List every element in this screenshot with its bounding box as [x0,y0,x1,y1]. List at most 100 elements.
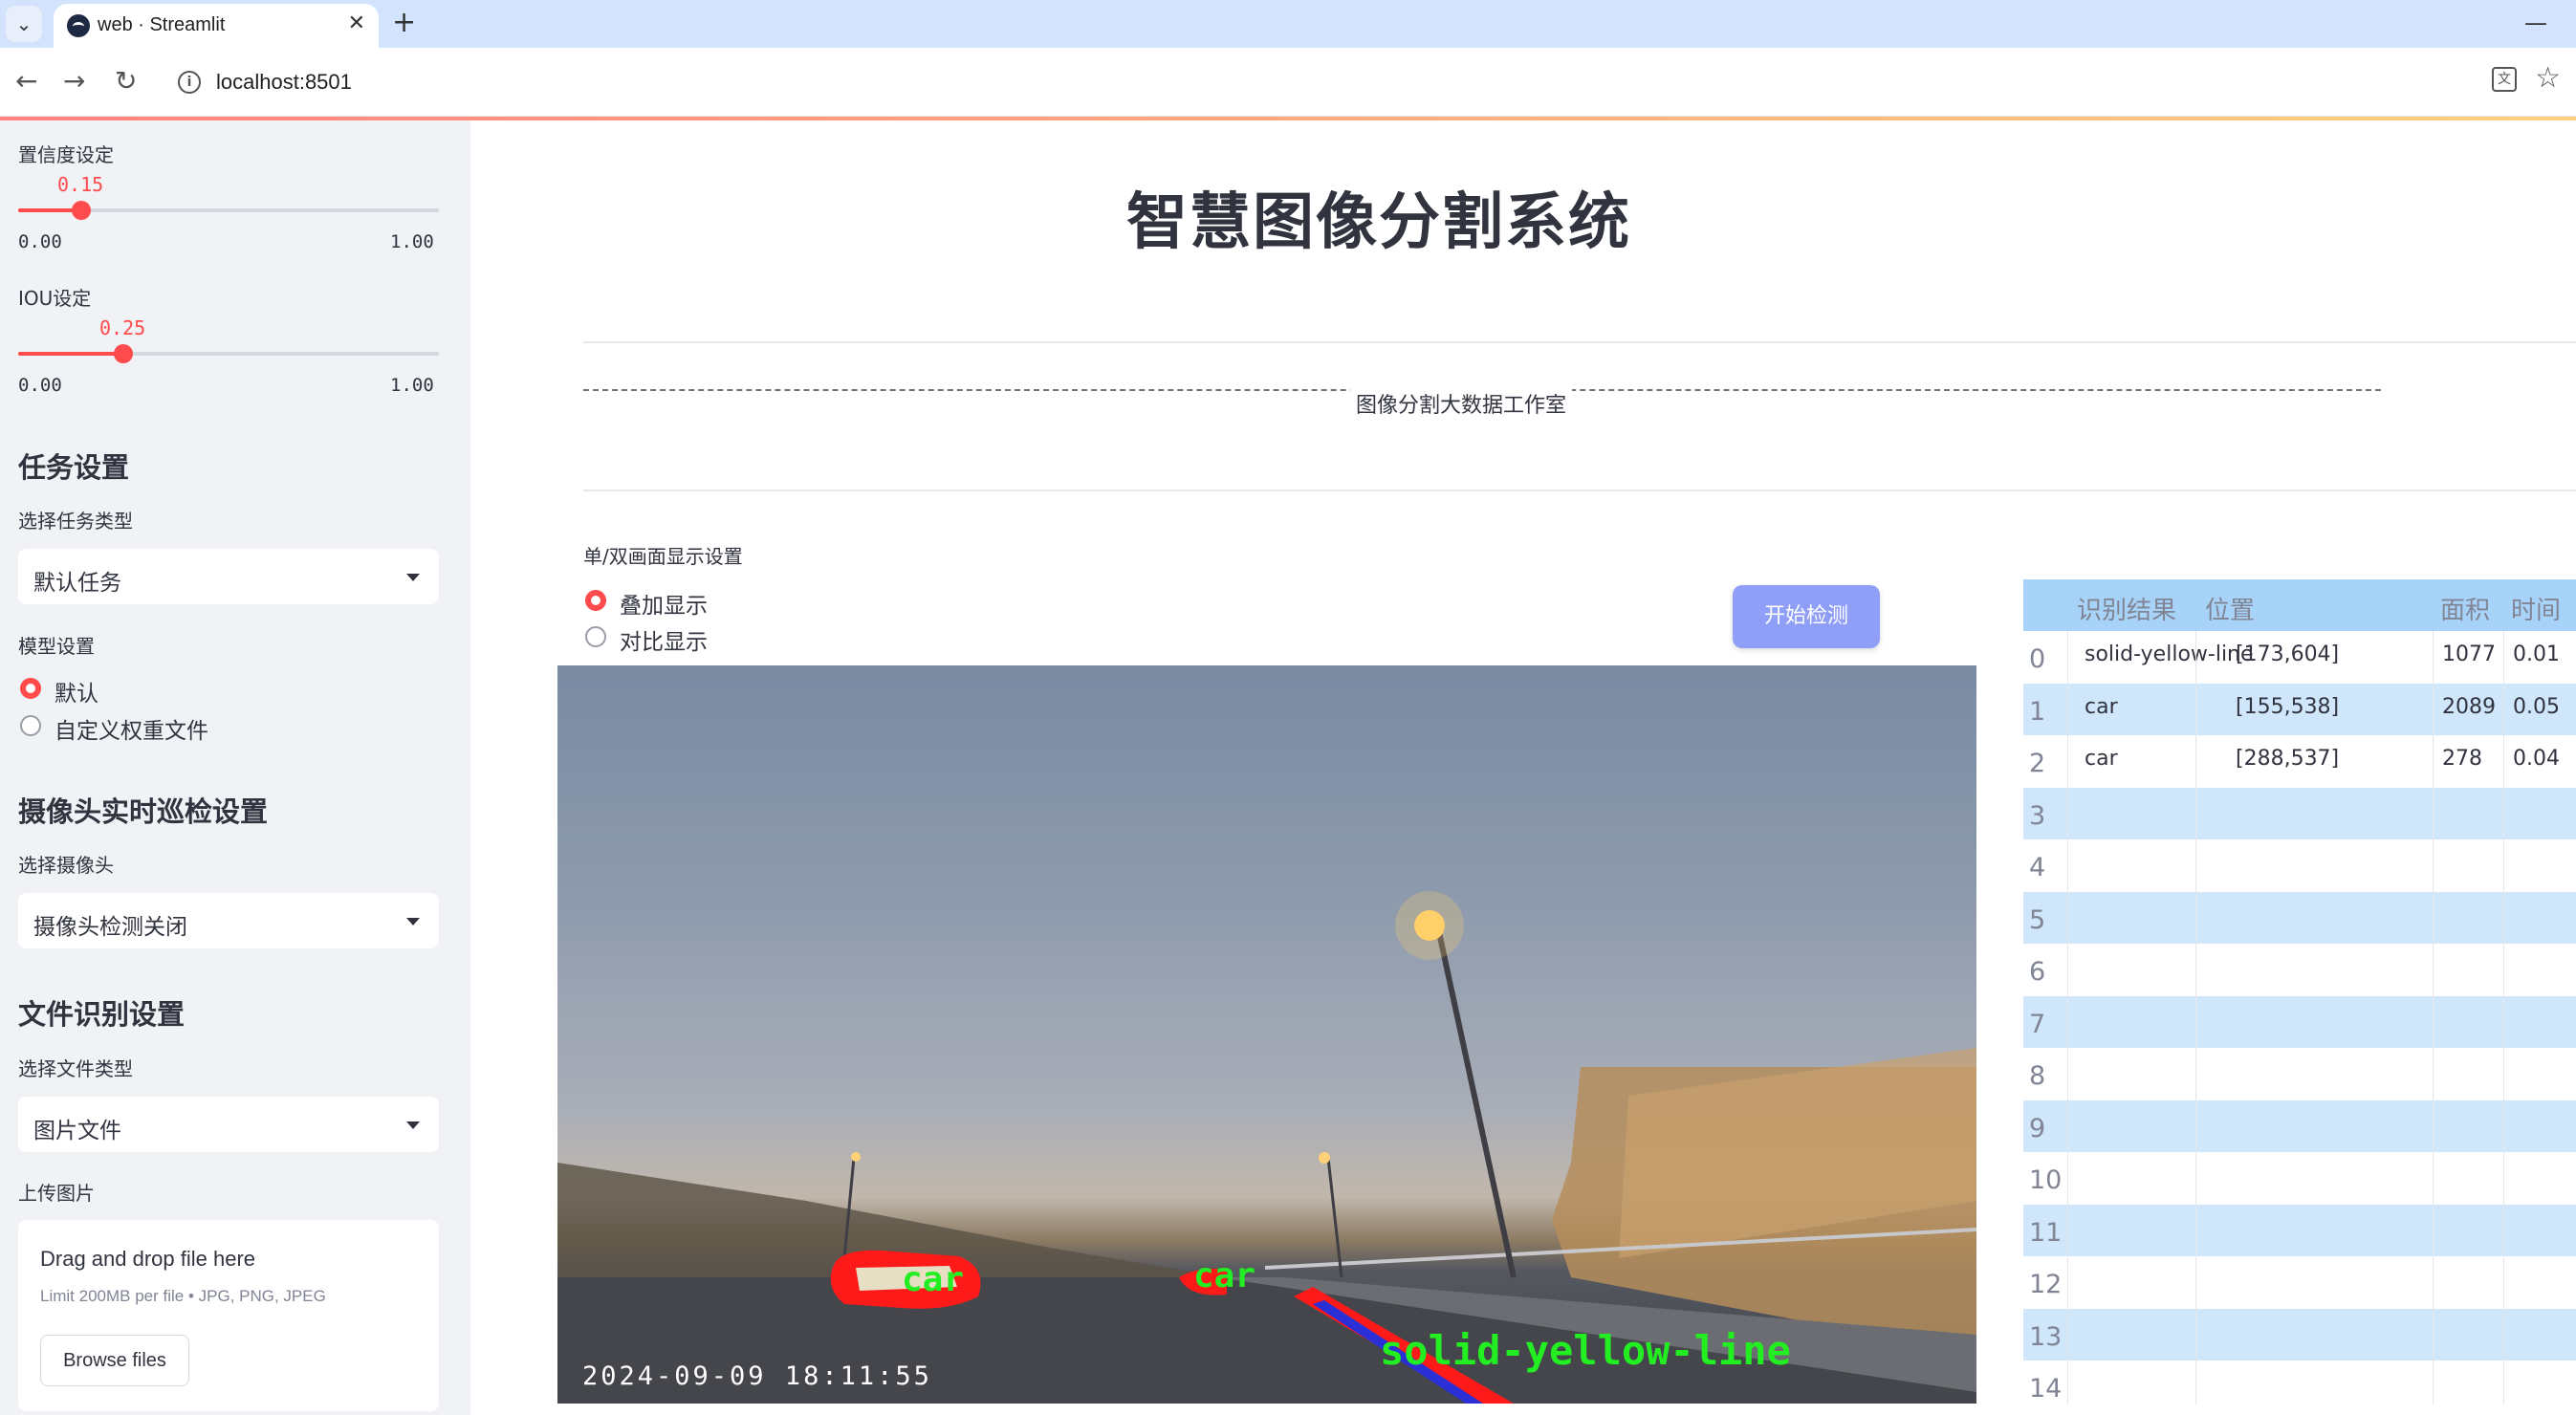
sidebar: 置信度设定 0.15 0.00 1.00 IOU设定 0.25 0.00 1.0… [0,120,470,1415]
start-detection-button[interactable]: 开始检测 [1733,585,1880,648]
table-row[interactable]: 14 [2023,1361,2576,1412]
file-type-value: 图片文件 [33,1119,121,1143]
row-index: 10 [2029,1165,2063,1195]
file-settings-header: 文件识别设置 [18,998,186,1031]
result-image: car car solid-yellow-line 2024-09-09 18:… [557,665,1976,1404]
forward-arrow-icon[interactable]: → [63,65,85,98]
column-header-position[interactable]: 位置 [2205,591,2255,626]
cell-time: 0.04 [2513,747,2560,771]
upload-dropzone-title: Drag and drop file here [40,1247,256,1271]
detection-label-solid-yellow-line: solid-yellow-line [1380,1327,1791,1374]
tab-title: web · Streamlit [98,14,226,35]
divider [583,341,2576,343]
model-settings-label: 模型设置 [18,635,95,658]
url-omnibox[interactable]: i localhost:8501 [168,60,2530,104]
cell-area: 2089 [2442,694,2496,719]
table-row[interactable]: 0 solid-yellow-line [173,604] 1077 0.01 [2023,631,2576,683]
chevron-down-icon [406,574,420,581]
cell-label: car [2085,747,2118,771]
table-row[interactable]: 5 [2023,891,2576,944]
table-row[interactable]: 12 [2023,1256,2576,1308]
back-arrow-icon[interactable]: ← [15,65,37,98]
table-row[interactable]: 7 [2023,995,2576,1048]
task-type-select[interactable]: 默认任务 [18,549,439,604]
road-scene-drawing [557,891,1976,1404]
site-info-icon[interactable]: i [178,71,201,94]
confidence-slider[interactable] [18,201,439,220]
confidence-slider-thumb[interactable] [72,201,91,220]
table-row[interactable]: 8 [2023,1048,2576,1099]
file-type-label: 选择文件类型 [18,1057,133,1080]
cell-position: [173,604] [2236,642,2340,666]
column-divider [2195,631,2196,1405]
divider [583,490,2576,491]
browser-address-bar: ← → ↻ i localhost:8501 文 ☆ [0,48,2576,117]
browser-tab[interactable]: web · Streamlit ✕ [54,4,379,48]
iou-slider-fill [18,352,123,356]
cell-time: 0.01 [2513,642,2560,666]
row-index: 1 [2029,696,2046,727]
confidence-value: 0.15 [57,173,104,196]
detection-label-car: car [1193,1256,1256,1295]
browse-files-button[interactable]: Browse files [40,1335,189,1386]
detection-label-car: car [902,1260,965,1299]
iou-slider[interactable] [18,344,439,363]
row-index: 4 [2029,853,2046,882]
upload-label: 上传图片 [18,1182,95,1205]
row-index: 3 [2029,800,2046,831]
reload-icon[interactable]: ↻ [115,65,137,98]
iou-slider-thumb[interactable] [114,344,133,363]
task-type-value: 默认任务 [33,571,121,596]
column-header-area[interactable]: 面积 [2440,591,2490,626]
table-row[interactable]: 6 [2023,944,2576,995]
row-index: 8 [2029,1061,2046,1091]
tab-list-chevron-icon[interactable]: ⌄ [6,6,42,42]
new-tab-icon[interactable]: + [392,8,416,38]
table-row[interactable]: 4 [2023,839,2576,891]
cell-label: car [2085,694,2118,719]
row-index: 12 [2029,1270,2063,1299]
row-index: 9 [2029,1113,2046,1143]
table-row[interactable]: 10 [2023,1152,2576,1204]
camera-select-value: 摄像头检测关闭 [33,915,187,940]
tab-close-icon[interactable]: ✕ [348,11,365,35]
display-option-label: 叠加显示 [620,594,708,619]
column-header-label[interactable]: 识别结果 [2077,591,2176,626]
iou-label: IOU设定 [18,287,92,310]
file-type-select[interactable]: 图片文件 [18,1097,439,1152]
task-type-label: 选择任务类型 [18,510,133,533]
cell-area: 1077 [2442,642,2496,666]
chevron-down-icon [406,1121,420,1129]
translate-icon[interactable]: 文 [2492,67,2517,92]
table-row[interactable]: 2 car [288,537] 278 0.04 [2023,735,2576,787]
image-timestamp: 2024-09-09 18:11:55 [582,1361,932,1391]
iou-min: 0.00 [18,375,62,396]
radio-unselected-icon [20,715,41,736]
row-index: 14 [2029,1374,2063,1404]
row-index: 11 [2029,1217,2063,1248]
column-header-time[interactable]: 时间 [2511,591,2561,626]
iou-value: 0.25 [99,316,146,339]
table-row[interactable]: 9 [2023,1099,2576,1152]
table-row[interactable]: 11 [2023,1204,2576,1256]
row-index: 5 [2029,904,2046,935]
main-content: 智慧图像分割系统 图像分割大数据工作室 单/双画面显示设置 叠加显示 对比显示 … [470,120,2576,1415]
table-row[interactable]: 13 [2023,1308,2576,1361]
camera-select[interactable]: 摄像头检测关闭 [18,893,439,948]
cell-position: [155,538] [2236,694,2340,719]
page-title: 智慧图像分割系统 [1126,187,1631,258]
row-index: 0 [2029,644,2046,674]
url-text[interactable]: localhost:8501 [216,70,352,95]
upload-limit-text: Limit 200MB per file • JPG, PNG, JPEG [40,1287,326,1305]
row-index: 7 [2029,1009,2046,1039]
column-divider [2503,631,2504,1405]
task-settings-header: 任务设置 [18,451,130,484]
minimize-window-icon[interactable]: — [2524,10,2547,36]
bookmark-star-icon[interactable]: ☆ [2535,61,2561,95]
table-row[interactable]: 3 [2023,787,2576,839]
column-divider [2433,631,2434,1405]
table-row[interactable]: 1 car [155,538] 2089 0.05 [2023,683,2576,735]
file-uploader-dropzone[interactable]: Drag and drop file here Limit 200MB per … [18,1220,439,1411]
display-mode-label: 单/双画面显示设置 [583,545,743,568]
cell-position: [288,537] [2236,747,2340,771]
